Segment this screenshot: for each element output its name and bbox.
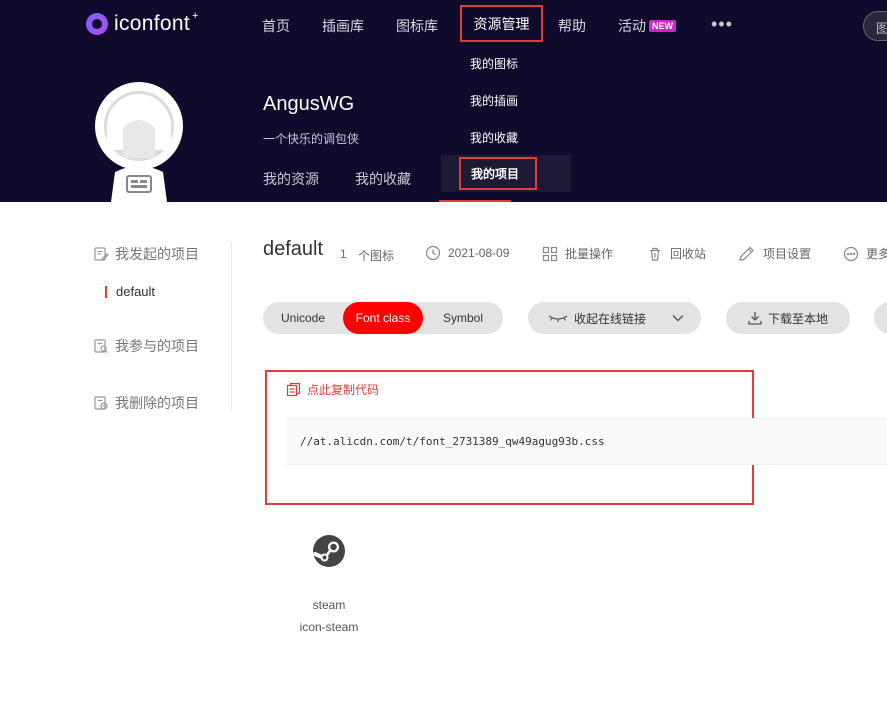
delete-doc-icon bbox=[94, 396, 108, 410]
edit-doc-icon bbox=[94, 247, 109, 261]
header-banner: iconfont + 首页 插画库 图标库 资源管理 帮助 活动 NEW ••• … bbox=[0, 0, 887, 202]
sidebar-item-initiated-projects[interactable]: 我发起的项目 bbox=[93, 244, 199, 264]
nav-icon-library[interactable]: 图标库 bbox=[396, 16, 438, 36]
project-title: default bbox=[263, 238, 324, 260]
more-menu-icon[interactable]: ••• bbox=[711, 14, 733, 35]
sidebar-item-label: 我参与的项目 bbox=[115, 338, 199, 354]
extra-toolbar-button[interactable] bbox=[874, 302, 887, 334]
nav-resource-management-label: 资源管理 bbox=[473, 15, 530, 32]
sidebar-item-joined-projects[interactable]: 我参与的项目 bbox=[93, 336, 199, 356]
more-circle-icon bbox=[843, 246, 859, 261]
icon-card[interactable]: steam icon-steam bbox=[289, 532, 369, 642]
logo-text: iconfont bbox=[114, 12, 190, 35]
css-link-url[interactable]: //at.alicdn.com/t/font_2731389_qw49agug9… bbox=[300, 435, 605, 448]
logo-plus: + bbox=[191, 10, 199, 22]
edit-icon bbox=[739, 246, 754, 261]
nav-underline bbox=[439, 200, 511, 202]
download-icon bbox=[748, 312, 762, 325]
nav-home[interactable]: 首页 bbox=[262, 16, 290, 36]
recycle-bin-label: 回收站 bbox=[670, 247, 707, 261]
icon-class-name: icon-steam bbox=[299, 620, 359, 634]
sidebar-item-label: 我发起的项目 bbox=[115, 246, 199, 262]
user-bio: 一个快乐的调包侠 bbox=[263, 132, 360, 146]
collapse-online-link-button[interactable]: 收起在线链接 bbox=[528, 302, 701, 334]
active-indicator bbox=[105, 285, 107, 298]
icon-count-label: 个图标 bbox=[358, 249, 395, 263]
tab-my-resources[interactable]: 我的资源 bbox=[263, 169, 319, 189]
nav-resource-management[interactable]: 资源管理 bbox=[460, 5, 543, 42]
icon-count: 1 bbox=[340, 247, 347, 261]
steam-icon bbox=[313, 535, 345, 567]
copy-code-label: 点此复制代码 bbox=[307, 383, 380, 397]
nav-activities[interactable]: 活动 NEW bbox=[618, 16, 676, 36]
tab-my-favorites[interactable]: 我的收藏 bbox=[355, 169, 411, 189]
batch-icon bbox=[542, 246, 558, 261]
new-badge: NEW bbox=[649, 20, 676, 32]
resource-dropdown-menu: 我的图标 我的插画 我的收藏 我的项目 bbox=[441, 44, 571, 192]
project-settings-label: 项目设置 bbox=[763, 247, 812, 261]
sidebar-project-default[interactable]: default bbox=[105, 284, 155, 299]
recycle-bin-button[interactable]: 回收站 bbox=[647, 245, 706, 262]
format-unicode-tab[interactable]: Unicode bbox=[263, 302, 343, 334]
chevron-down-icon bbox=[672, 315, 684, 322]
clock-icon bbox=[425, 245, 441, 261]
user-name: AngusWG bbox=[263, 93, 355, 115]
more-actions-label: 更多 bbox=[866, 247, 887, 261]
format-font-class-tab[interactable]: Font class bbox=[343, 302, 423, 334]
dropdown-my-favorites[interactable]: 我的收藏 bbox=[470, 129, 518, 146]
collapse-online-link-label: 收起在线链接 bbox=[574, 311, 647, 326]
nav-activities-label: 活动 bbox=[618, 18, 646, 34]
search-placeholder: 图 bbox=[876, 21, 887, 36]
avatar[interactable] bbox=[93, 72, 185, 202]
closed-eye-icon bbox=[548, 315, 568, 322]
project-date-value: 2021-08-09 bbox=[448, 246, 510, 260]
project-date: 2021-08-09 bbox=[425, 245, 509, 261]
copy-code-link[interactable]: 点此复制代码 bbox=[286, 381, 379, 398]
project-settings-button[interactable]: 项目设置 bbox=[738, 245, 811, 262]
search-box[interactable]: 图 bbox=[863, 11, 887, 41]
sidebar-divider bbox=[231, 242, 232, 412]
trash-icon bbox=[650, 247, 660, 261]
sidebar-item-label: 我删除的项目 bbox=[115, 395, 199, 411]
sidebar-project-label: default bbox=[116, 284, 156, 299]
dropdown-my-projects[interactable]: 我的项目 bbox=[459, 157, 537, 190]
icon-name: steam bbox=[312, 598, 346, 612]
format-symbol-tab[interactable]: Symbol bbox=[423, 302, 503, 334]
iconfont-logo[interactable]: iconfont + bbox=[86, 10, 199, 36]
format-switch: Unicode Font class Symbol bbox=[263, 302, 503, 334]
more-actions-button[interactable]: 更多 bbox=[843, 245, 887, 262]
batch-operation-label: 批量操作 bbox=[565, 247, 614, 261]
sidebar-item-deleted-projects[interactable]: 我删除的项目 bbox=[93, 393, 199, 413]
logo-mark-icon bbox=[86, 13, 108, 35]
dropdown-my-icons[interactable]: 我的图标 bbox=[470, 55, 518, 72]
download-local-label: 下载至本地 bbox=[768, 311, 829, 326]
dropdown-my-projects-label: 我的项目 bbox=[471, 167, 520, 181]
dropdown-my-illustrations[interactable]: 我的插画 bbox=[470, 92, 518, 109]
search-doc-icon bbox=[94, 339, 108, 353]
copy-doc-icon bbox=[286, 382, 301, 397]
download-local-button[interactable]: 下载至本地 bbox=[726, 302, 850, 334]
batch-operation-button[interactable]: 批量操作 bbox=[542, 245, 613, 262]
nav-help[interactable]: 帮助 bbox=[558, 16, 586, 36]
css-link-code-block[interactable]: //at.alicdn.com/t/font_2731389_qw49agug9… bbox=[286, 418, 887, 465]
nav-illustrations[interactable]: 插画库 bbox=[322, 16, 364, 36]
